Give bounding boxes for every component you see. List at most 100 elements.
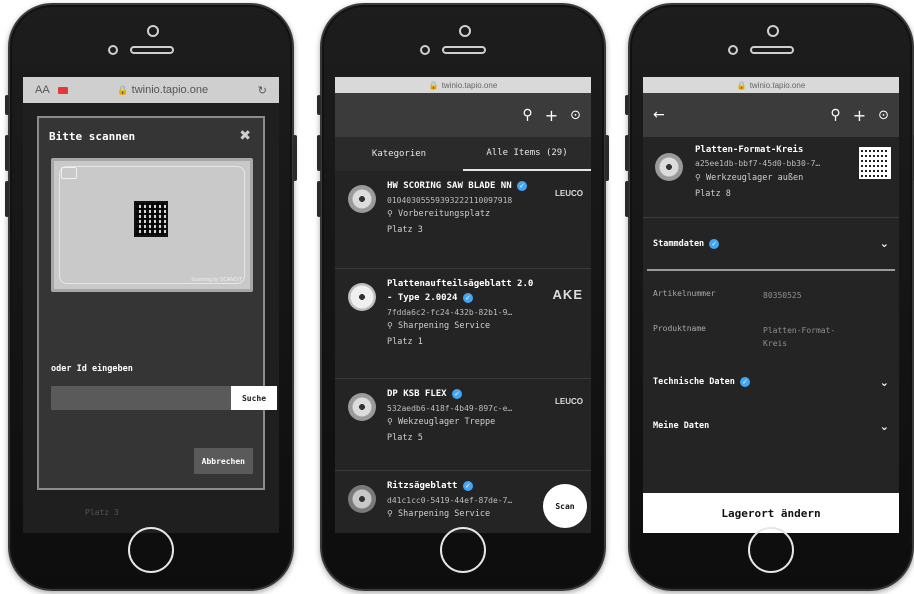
scan-button[interactable]: Scan xyxy=(543,484,587,528)
screen: 🔒 twinio.tapio.one ⚲ + ⊙ Kategorien Alle… xyxy=(335,77,591,533)
recording-icon xyxy=(57,86,68,94)
verified-icon: ✓ xyxy=(709,238,720,249)
add-icon[interactable]: + xyxy=(853,106,866,125)
section-technische-daten[interactable]: Technische Daten ✓ ⌄ xyxy=(643,360,899,404)
verified-icon: ✓ xyxy=(740,377,751,387)
search-button[interactable]: Suche xyxy=(231,386,277,410)
item-place: Platz 5 xyxy=(387,433,423,443)
sensor-dot xyxy=(147,25,159,37)
app-bar: ⚲ + ⊙ xyxy=(335,93,591,137)
location-pin-icon: ⚲ xyxy=(387,321,393,330)
section-stammdaten[interactable]: Stammdaten ✓ ⌄ xyxy=(643,217,899,269)
item-place: Platz 8 xyxy=(695,189,731,199)
brand-logo: LEUCO xyxy=(555,397,583,406)
home-button[interactable] xyxy=(128,527,174,573)
section-title: Meine Daten xyxy=(653,421,710,431)
item-location: ⚲ Wekzeuglager Treppe xyxy=(387,417,496,427)
scanner-caption: Scanning by SCANDIT xyxy=(191,277,242,283)
target-icon[interactable]: ⊙ xyxy=(878,108,889,123)
qr-code xyxy=(858,146,892,180)
search-icon[interactable]: ⚲ xyxy=(830,107,840,123)
target-icon[interactable]: ⊙ xyxy=(570,108,581,123)
volume-up-button xyxy=(625,135,629,171)
front-camera xyxy=(728,45,738,55)
list-item[interactable]: DP KSB FLEX ✓ 532aedb6-418f-4b49-897c-e…… xyxy=(335,379,591,471)
cancel-button[interactable]: Abbrechen xyxy=(193,448,253,474)
screen: AA 🔒 twinio.tapio.one ↻ Platz 3 Bitte sc… xyxy=(23,77,279,533)
power-button xyxy=(293,135,297,181)
location-pin-icon: ⚲ xyxy=(387,509,393,518)
item-header: Platten-Format-Kreis a25ee1db-bbf7-45d0-… xyxy=(643,137,899,217)
section-title: Technische Daten xyxy=(653,377,735,387)
back-arrow-icon[interactable]: ← xyxy=(653,107,665,123)
verified-icon: ✓ xyxy=(517,180,528,191)
verified-icon: ✓ xyxy=(452,388,463,399)
screen: 🔒 twinio.tapio.one ← ⚲ + ⊙ Platten-Forma… xyxy=(643,77,899,533)
lock-icon: 🔒 xyxy=(736,80,747,90)
saw-blade-image xyxy=(348,485,376,513)
camera-switch-icon[interactable] xyxy=(61,167,77,179)
reload-icon[interactable]: ↻ xyxy=(258,84,267,97)
add-icon[interactable]: + xyxy=(545,106,558,125)
section-meine-daten[interactable]: Meine Daten ⌄ xyxy=(643,404,899,448)
item-location: ⚲ Sharpening Service xyxy=(387,321,491,331)
search-icon[interactable]: ⚲ xyxy=(522,107,532,123)
field-key: Artikelnummer xyxy=(653,289,716,298)
item-place: Platz 1 xyxy=(387,337,423,347)
field-key: Produktname xyxy=(653,324,706,333)
item-id: 01040305559393222110097918 xyxy=(387,196,513,205)
url-text: twinio.tapio.one xyxy=(749,80,806,90)
volume-up-button xyxy=(317,135,321,171)
saw-blade-image xyxy=(348,283,376,311)
chevron-down-icon[interactable]: ⌄ xyxy=(880,237,889,250)
location-pin-icon: ⚲ xyxy=(387,417,393,426)
volume-down-button xyxy=(5,181,9,217)
scan-modal: Bitte scannen ✖ Scanning by SCANDIT oder… xyxy=(37,116,277,490)
volume-down-button xyxy=(317,181,321,217)
tab-kategorien[interactable]: Kategorien xyxy=(335,137,463,171)
modal-title: Bitte scannen xyxy=(49,130,136,143)
url-text: twinio.tapio.one xyxy=(131,84,209,96)
close-icon[interactable]: ✖ xyxy=(239,128,251,144)
mute-switch xyxy=(625,95,629,115)
manual-id-label: oder Id eingeben xyxy=(51,364,133,374)
lock-icon: 🔒 xyxy=(428,80,439,90)
verified-icon: ✓ xyxy=(462,480,473,491)
datamatrix-code xyxy=(134,201,168,237)
item-id: a25ee1db-bbf7-45d0-bb30-7… xyxy=(695,159,821,168)
list-item[interactable]: HW SCORING SAW BLADE NN ✓ 01040305559393… xyxy=(335,171,591,269)
item-location: ⚲ Vorbereitungsplatz xyxy=(387,209,491,219)
item-place: Platz 3 xyxy=(387,225,423,235)
home-button[interactable] xyxy=(748,527,794,573)
home-button[interactable] xyxy=(440,527,486,573)
divider xyxy=(647,269,895,271)
browser-url-bar[interactable]: 🔒 twinio.tapio.one xyxy=(335,77,591,93)
url-text-wrapper: 🔒 twinio.tapio.one xyxy=(76,84,250,96)
phone-3: 🔒 twinio.tapio.one ← ⚲ + ⊙ Platten-Forma… xyxy=(625,3,914,591)
front-camera xyxy=(108,45,118,55)
url-text: twinio.tapio.one xyxy=(441,80,498,90)
list-item[interactable]: Plattenaufteilsägeblatt 2.0 - Type 2.002… xyxy=(335,269,591,379)
item-name: Ritzsägeblatt ✓ xyxy=(387,479,537,493)
volume-down-button xyxy=(625,181,629,217)
location-pin-icon: ⚲ xyxy=(387,209,393,218)
tab-alle-items[interactable]: Alle Items (29) xyxy=(463,137,591,171)
brand-logo: LEUCO xyxy=(555,189,583,198)
text-size-button[interactable]: AA xyxy=(35,84,50,96)
tab-bar: Kategorien Alle Items (29) xyxy=(335,137,591,171)
lock-icon: 🔒 xyxy=(117,86,129,96)
brand-logo: AKE xyxy=(552,287,583,302)
browser-url-bar[interactable]: 🔒 twinio.tapio.one xyxy=(643,77,899,93)
section-title: Stammdaten xyxy=(653,238,705,249)
power-button xyxy=(605,135,609,181)
saw-blade-image xyxy=(655,153,683,181)
item-name: HW SCORING SAW BLADE NN ✓ xyxy=(387,179,537,193)
mute-switch xyxy=(5,95,9,115)
chevron-down-icon[interactable]: ⌄ xyxy=(880,376,889,389)
field-row: Produktname Platten-Format-Kreis xyxy=(643,324,899,350)
chevron-down-icon[interactable]: ⌄ xyxy=(880,420,889,433)
field-value: Platten-Format-Kreis xyxy=(763,326,836,348)
item-id: d41c1cc0-5419-44ef-87de-7… xyxy=(387,496,513,505)
id-input[interactable] xyxy=(51,386,231,410)
browser-url-bar[interactable]: AA 🔒 twinio.tapio.one ↻ xyxy=(23,77,279,103)
